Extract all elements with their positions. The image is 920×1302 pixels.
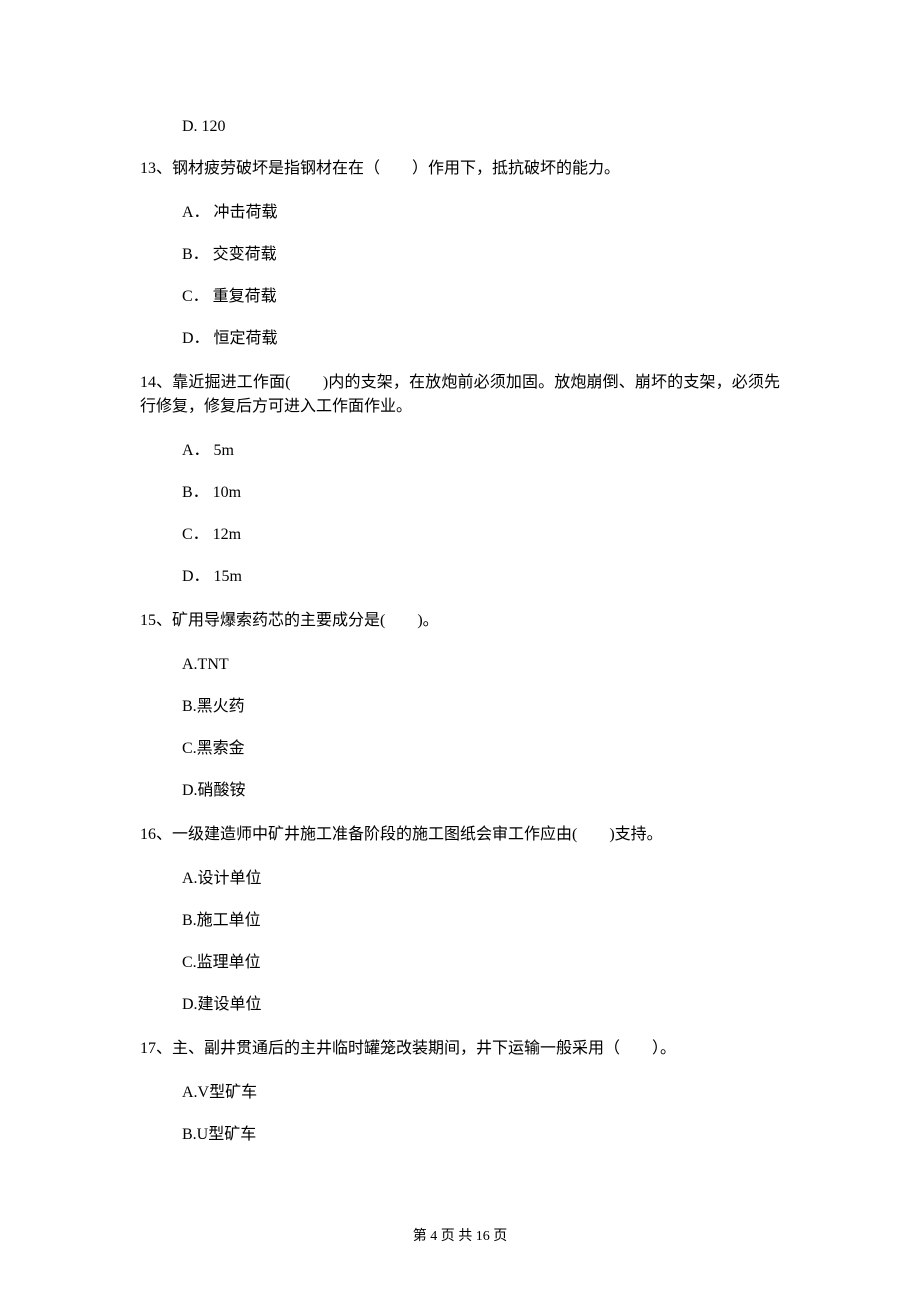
q14-option-d: D． 15m: [140, 565, 780, 589]
q17-option-b: B.U型矿车: [140, 1123, 780, 1147]
q15-options: A.TNT B.黑火药 C.黑索金 D.硝酸铵: [140, 653, 780, 803]
q14-options: A． 5m B． 10m C． 12m D． 15m: [140, 439, 780, 589]
q13-option-c: C． 重复荷载: [140, 285, 780, 309]
q13-option-d: D． 恒定荷载: [140, 327, 780, 351]
q17-options: A.V型矿车 B.U型矿车: [140, 1081, 780, 1147]
q15-option-a: A.TNT: [140, 653, 780, 677]
q15-option-d: D.硝酸铵: [140, 779, 780, 803]
question-14: 14、靠近掘进工作面( )内的支架，在放炮前必须加固。放炮崩倒、崩坏的支架，必须…: [140, 371, 780, 419]
page-content: D. 120 13、钢材疲劳破坏是指钢材在在（ ）作用下，抵抗破坏的能力。 A．…: [0, 0, 920, 1207]
q13-option-b: B． 交变荷载: [140, 243, 780, 267]
q16-option-a: A.设计单位: [140, 867, 780, 891]
q13-option-a: A． 冲击荷载: [140, 201, 780, 225]
page-footer: 第 4 页 共 16 页: [0, 1226, 920, 1247]
q15-option-c: C.黑索金: [140, 737, 780, 761]
question-16: 16、一级建造师中矿井施工准备阶段的施工图纸会审工作应由( )支持。: [140, 823, 780, 847]
question-15: 15、矿用导爆索药芯的主要成分是( )。: [140, 609, 780, 633]
question-17: 17、主、副井贯通后的主井临时罐笼改装期间，井下运输一般采用（ ）。: [140, 1037, 780, 1061]
q14-option-b: B． 10m: [140, 481, 780, 505]
q16-options: A.设计单位 B.施工单位 C.监理单位 D.建设单位: [140, 867, 780, 1017]
q16-option-b: B.施工单位: [140, 909, 780, 933]
q16-option-d: D.建设单位: [140, 993, 780, 1017]
q12-option-d: D. 120: [140, 115, 780, 139]
question-13: 13、钢材疲劳破坏是指钢材在在（ ）作用下，抵抗破坏的能力。: [140, 157, 780, 181]
q13-options: A． 冲击荷载 B． 交变荷载 C． 重复荷载 D． 恒定荷载: [140, 201, 780, 351]
q17-option-a: A.V型矿车: [140, 1081, 780, 1105]
q14-option-c: C． 12m: [140, 523, 780, 547]
q16-option-c: C.监理单位: [140, 951, 780, 975]
q15-option-b: B.黑火药: [140, 695, 780, 719]
q14-option-a: A． 5m: [140, 439, 780, 463]
